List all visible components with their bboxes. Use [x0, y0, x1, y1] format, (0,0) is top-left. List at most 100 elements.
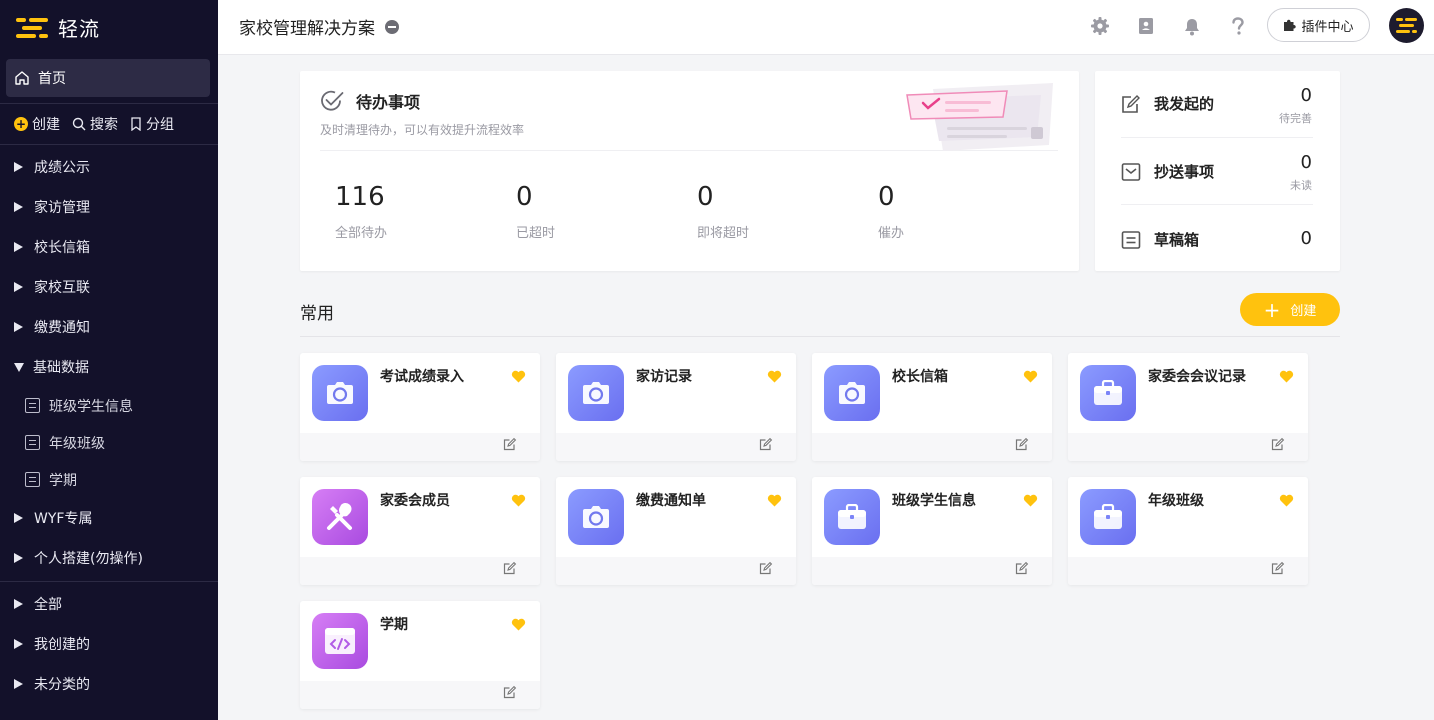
app-name: 家委会成员: [380, 493, 450, 509]
create-action[interactable]: + 创建: [14, 114, 60, 134]
favorite-heart-icon[interactable]: [1279, 368, 1294, 387]
sidebar-item-home-visit[interactable]: 家访管理: [0, 187, 218, 227]
sidebar-subitem-semester[interactable]: 学期: [0, 461, 218, 498]
caret-right-icon: [14, 162, 23, 172]
todo-stat-due-soon[interactable]: 0 即将超时: [697, 181, 749, 241]
favorite-heart-icon[interactable]: [1023, 368, 1038, 387]
sidebar-nav: 成绩公示 家访管理 校长信箱 家校互联 缴费通知 基础数据 班级学生信息 年级班…: [0, 145, 218, 578]
sidebar-item-created-by-me[interactable]: 我创建的: [0, 624, 218, 664]
sidebar-item-label: 成绩公示: [34, 160, 90, 176]
camera-icon: [312, 365, 368, 421]
caret-right-icon: [14, 553, 23, 563]
todo-stat-overdue[interactable]: 0 已超时: [516, 181, 555, 241]
divider: [1121, 137, 1313, 138]
sidebar-item-wyf[interactable]: WYF专属: [0, 498, 218, 538]
sidebar-item-grades[interactable]: 成绩公示: [0, 147, 218, 187]
drafts-row[interactable]: 草稿箱: [1121, 229, 1317, 250]
search-icon: [72, 117, 86, 131]
edit-icon[interactable]: [1015, 436, 1029, 455]
edit-icon[interactable]: [503, 684, 517, 703]
settings-icon[interactable]: [1089, 15, 1111, 37]
divider: [300, 336, 1340, 337]
favorite-heart-icon[interactable]: [1279, 492, 1294, 511]
edit-icon[interactable]: [503, 436, 517, 455]
help-icon[interactable]: [1227, 15, 1249, 37]
app-card[interactable]: 考试成绩录入: [300, 353, 540, 461]
contacts-icon[interactable]: [1135, 15, 1157, 37]
favorite-heart-icon[interactable]: [511, 368, 526, 387]
todo-subtitle: 及时清理待办，可以有效提升流程效率: [320, 123, 525, 137]
stat-value: 0: [516, 182, 533, 212]
app-name: 校长信箱: [892, 369, 948, 385]
sidebar-item-label: 缴费通知: [34, 320, 90, 336]
sidebar-item-label: WYF专属: [34, 511, 93, 527]
bell-icon[interactable]: [1181, 15, 1203, 37]
plugin-center-label: 插件中心: [1301, 19, 1354, 35]
edit-icon[interactable]: [1271, 436, 1285, 455]
sidebar-item-home[interactable]: 首页: [6, 59, 210, 97]
search-action[interactable]: 搜索: [72, 114, 118, 134]
plus-icon: +: [1263, 297, 1281, 322]
favorite-heart-icon[interactable]: [511, 616, 526, 635]
sidebar-item-personal[interactable]: 个人搭建(勿操作): [0, 538, 218, 578]
favorite-heart-icon[interactable]: [1023, 492, 1038, 511]
logo[interactable]: 轻流: [0, 0, 218, 55]
app-name: 班级学生信息: [892, 493, 976, 509]
sidebar: 轻流 首页 + 创建 搜索 分组 成绩公示 家访管理 校长信箱 家校互联 缴费通…: [0, 0, 218, 720]
sidebar-item-principal-mailbox[interactable]: 校长信箱: [0, 227, 218, 267]
avatar[interactable]: [1389, 8, 1424, 43]
edit-icon[interactable]: [759, 436, 773, 455]
sidebar-subitem-class-students[interactable]: 班级学生信息: [0, 387, 218, 424]
sidebar-item-all[interactable]: 全部: [0, 584, 218, 624]
form-icon: [25, 435, 40, 450]
sidebar-bottom-nav: 全部 我创建的 未分类的: [0, 582, 218, 704]
app-card[interactable]: 学期: [300, 601, 540, 709]
sidebar-subitem-grade-class[interactable]: 年级班级: [0, 424, 218, 461]
create-app-button[interactable]: + 创建: [1240, 293, 1340, 326]
app-card[interactable]: 家委会会议记录: [1068, 353, 1308, 461]
app-card[interactable]: 家委会成员: [300, 477, 540, 585]
create-app-label: 创建: [1290, 304, 1317, 319]
sidebar-item-label: 全部: [34, 597, 62, 613]
sidebar-subitem-label: 学期: [49, 472, 77, 489]
plugin-center-button[interactable]: 插件中心: [1267, 8, 1370, 42]
edit-icon[interactable]: [1271, 560, 1285, 579]
stat-value: 116: [335, 182, 385, 212]
sidebar-item-label: 我创建的: [34, 637, 90, 653]
cc-sub: 未读: [1290, 179, 1312, 192]
favorite-heart-icon[interactable]: [767, 368, 782, 387]
briefcase-icon: [824, 489, 880, 545]
sidebar-item-home-school[interactable]: 家校互联: [0, 267, 218, 307]
cc-count: 0: [1300, 152, 1312, 173]
app-card[interactable]: 年级班级: [1068, 477, 1308, 585]
edit-doc-icon: [1122, 94, 1140, 113]
todo-stat-urged[interactable]: 0 催办: [878, 181, 904, 241]
edit-icon[interactable]: [759, 560, 773, 579]
caret-right-icon: [14, 242, 23, 252]
draft-box-icon: [1121, 230, 1141, 249]
drafts-value: 0: [1301, 228, 1312, 249]
search-action-label: 搜索: [90, 117, 118, 133]
cc-row[interactable]: 抄送事项: [1121, 161, 1317, 182]
favorite-heart-icon[interactable]: [511, 492, 526, 511]
create-action-label: 创建: [32, 117, 60, 133]
sidebar-item-uncategorized[interactable]: 未分类的: [0, 664, 218, 704]
stat-label: 全部待办: [335, 226, 388, 241]
edit-icon[interactable]: [503, 560, 517, 579]
app-card[interactable]: 家访记录: [556, 353, 796, 461]
sidebar-item-base-data[interactable]: 基础数据: [0, 347, 218, 387]
group-action[interactable]: 分组: [130, 114, 174, 134]
edit-icon[interactable]: [1015, 560, 1029, 579]
todo-stat-all[interactable]: 116 全部待办: [335, 181, 387, 241]
app-card[interactable]: 班级学生信息: [812, 477, 1052, 585]
app-card[interactable]: 校长信箱: [812, 353, 1052, 461]
drafts-count: 0: [1300, 228, 1312, 249]
app-card[interactable]: 缴费通知单: [556, 477, 796, 585]
sidebar-item-fee-notice[interactable]: 缴费通知: [0, 307, 218, 347]
favorite-heart-icon[interactable]: [767, 492, 782, 511]
group-action-label: 分组: [146, 117, 174, 133]
app-name: 年级班级: [1148, 493, 1204, 509]
logo-text: 轻流: [58, 17, 100, 41]
collapse-icon[interactable]: [385, 19, 399, 34]
app-title-text: 家校管理解决方案: [239, 19, 375, 39]
